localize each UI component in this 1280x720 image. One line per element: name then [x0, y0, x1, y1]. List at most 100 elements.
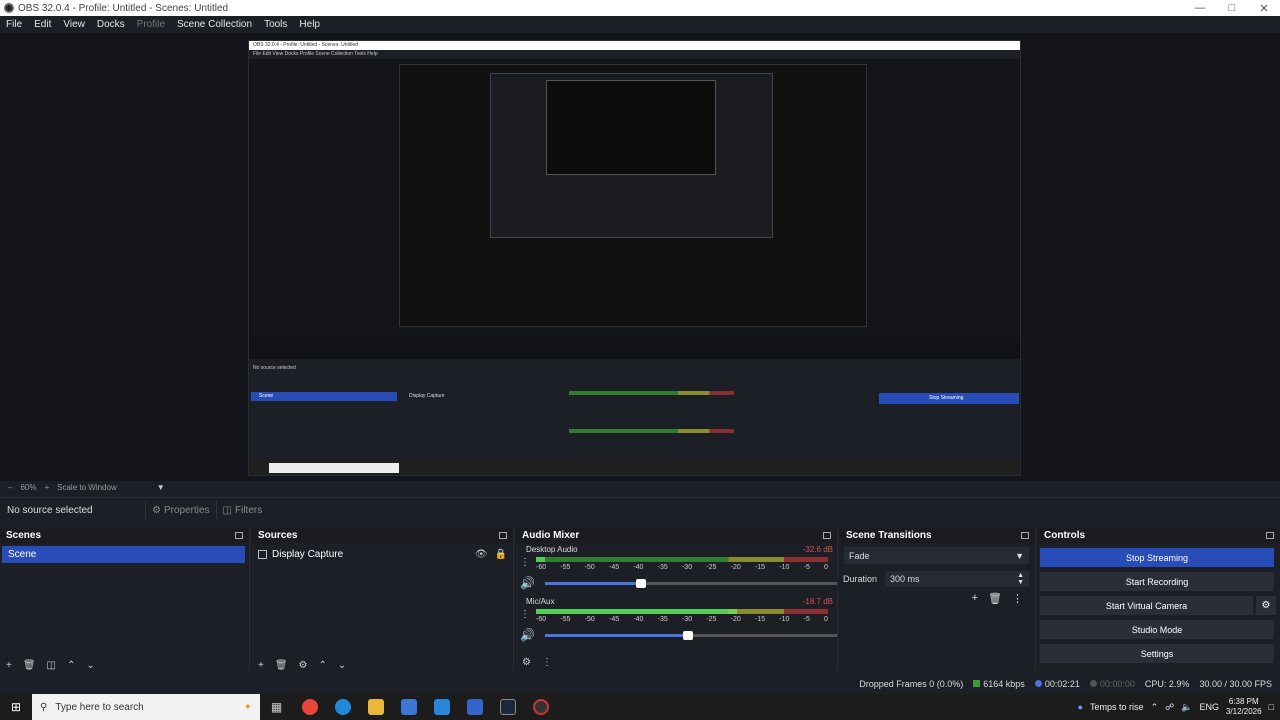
- studio-mode-button[interactable]: Studio Mode: [1040, 620, 1274, 639]
- volume-icon[interactable]: 🔈: [1181, 702, 1192, 713]
- kebab-menu-icon[interactable]: ⋮: [542, 657, 552, 668]
- volume-slider[interactable]: [544, 630, 837, 640]
- nested-stop-streaming-label: Stop Streaming: [929, 395, 964, 401]
- steam-icon[interactable]: [491, 694, 524, 720]
- trash-icon[interactable]: 🗑: [275, 660, 288, 671]
- undock-icon[interactable]: [1021, 532, 1029, 539]
- add-icon[interactable]: +: [258, 660, 264, 671]
- meter-tick: -55: [560, 616, 571, 623]
- weather-icon: ●: [1077, 702, 1084, 712]
- kebab-menu-icon[interactable]: ⋮: [1012, 592, 1023, 605]
- zoom-in-icon[interactable]: +: [44, 483, 49, 492]
- undock-icon[interactable]: [235, 532, 243, 539]
- add-icon[interactable]: +: [972, 592, 978, 605]
- duration-spinbox[interactable]: 300 ms ▲ ▼: [885, 571, 1029, 587]
- obs-icon[interactable]: [524, 694, 557, 720]
- gear-icon[interactable]: ⚙: [299, 660, 308, 671]
- sources-footer: + 🗑 ⚙ ⌃ ⌄: [252, 658, 513, 673]
- lock-icon[interactable]: 🔒: [495, 549, 507, 560]
- weather-text[interactable]: Temps to rise: [1090, 702, 1144, 712]
- scale-mode[interactable]: Scale to Window: [57, 483, 117, 492]
- duration-value: 300 ms: [890, 574, 920, 584]
- scale-dropdown-icon[interactable]: ▼: [157, 483, 165, 492]
- channel-db: -18.7 dB: [802, 597, 833, 606]
- kebab-menu-icon[interactable]: ⋮: [520, 557, 530, 568]
- notification-icon[interactable]: □: [1269, 702, 1274, 712]
- arrow-down-icon[interactable]: ⌄: [338, 660, 346, 671]
- bitrate: 6164 kbps: [983, 678, 1025, 689]
- task-view-icon[interactable]: ▦: [260, 694, 293, 720]
- arrow-up-icon[interactable]: ⌃: [319, 660, 327, 671]
- meter-tick: -30: [681, 616, 693, 623]
- undock-icon[interactable]: [1266, 532, 1274, 539]
- kebab-menu-icon[interactable]: ⋮: [520, 609, 530, 620]
- gear-icon[interactable]: ⚙: [1256, 596, 1276, 615]
- scene-item[interactable]: Scene: [2, 546, 245, 563]
- transitions-title: Scene Transitions: [846, 530, 932, 541]
- undock-icon[interactable]: [499, 532, 507, 539]
- stream-icon: [1034, 679, 1042, 687]
- windows-start-icon[interactable]: ⊞: [0, 694, 32, 720]
- source-item[interactable]: Display Capture 👁 🔒: [252, 546, 513, 563]
- preview-canvas[interactable]: OBS 32.0.4 - Profile: Untitled - Scenes:…: [0, 33, 1280, 481]
- menu-bar: File Edit View Docks Profile Scene Colle…: [0, 16, 1280, 33]
- minimize-button[interactable]: —: [1184, 0, 1216, 16]
- add-icon[interactable]: +: [6, 660, 12, 671]
- menu-edit[interactable]: Edit: [28, 19, 57, 30]
- advanced-audio-icon[interactable]: ⚙: [522, 657, 531, 668]
- scenes-header: Scenes: [0, 528, 249, 543]
- close-button[interactable]: ✕: [1248, 0, 1280, 16]
- nested-capture: OBS 32.0.4 - Profile: Untitled - Scenes:…: [248, 40, 1021, 476]
- meter-tick: -20: [730, 564, 741, 571]
- arrow-up-icon[interactable]: ⌃: [67, 660, 75, 671]
- nested-meter-1: [569, 391, 734, 395]
- clock[interactable]: 6:38 PM 3/12/2026: [1226, 697, 1262, 717]
- start-virtual-camera-button[interactable]: Start Virtual Camera: [1040, 596, 1253, 615]
- file-explorer-icon[interactable]: [359, 694, 392, 720]
- language[interactable]: ENG: [1199, 702, 1219, 712]
- undock-icon[interactable]: [823, 532, 831, 539]
- bitrate-group: 6164 kbps: [973, 679, 1025, 689]
- menu-docks[interactable]: Docks: [91, 19, 131, 30]
- zoom-out-icon[interactable]: –: [8, 483, 12, 492]
- maximize-button[interactable]: □: [1216, 0, 1248, 16]
- filters-button[interactable]: ◫ Filters: [215, 501, 269, 519]
- properties-button[interactable]: ⚙ Properties: [145, 501, 216, 519]
- speaker-icon[interactable]: 🔊: [520, 576, 535, 590]
- volume-meter: [536, 557, 828, 562]
- menu-profile[interactable]: Profile: [131, 19, 171, 30]
- trash-icon[interactable]: 🗑: [988, 592, 1002, 605]
- record-time: 00:00:00: [1099, 678, 1135, 689]
- meter-tick: 0: [824, 616, 828, 623]
- menu-view[interactable]: View: [57, 19, 91, 30]
- speaker-icon[interactable]: 🔊: [520, 628, 535, 642]
- slider-knob[interactable]: [683, 630, 694, 640]
- mixer-footer: ⚙ ⋮: [516, 655, 837, 670]
- eye-icon[interactable]: 👁: [475, 549, 488, 560]
- arrow-down-icon[interactable]: ⌄: [86, 660, 94, 671]
- volume-slider[interactable]: [544, 578, 837, 588]
- spin-arrows-icon[interactable]: ▲ ▼: [1017, 572, 1024, 586]
- menu-tools[interactable]: Tools: [258, 19, 293, 30]
- slider-knob[interactable]: [636, 578, 647, 588]
- app-icon[interactable]: [458, 694, 491, 720]
- nested-preview-level3: [490, 73, 773, 238]
- settings-button[interactable]: Settings: [1040, 644, 1274, 663]
- chevron-up-icon[interactable]: ⌃: [1151, 702, 1159, 713]
- transitions-header: Scene Transitions: [840, 528, 1035, 543]
- store-icon[interactable]: [392, 694, 425, 720]
- mail-icon[interactable]: [425, 694, 458, 720]
- chrome-icon[interactable]: [293, 694, 326, 720]
- menu-scene-collection[interactable]: Scene Collection: [171, 19, 258, 30]
- start-recording-button[interactable]: Start Recording: [1040, 572, 1274, 591]
- virtual-camera-row: Start Virtual Camera ⚙: [1040, 596, 1276, 615]
- trash-icon[interactable]: 🗑: [23, 660, 36, 671]
- menu-help[interactable]: Help: [293, 19, 326, 30]
- transition-select[interactable]: Fade ▼: [844, 547, 1029, 564]
- filter-icon[interactable]: ◫: [47, 660, 56, 671]
- stop-streaming-button[interactable]: Stop Streaming: [1040, 548, 1274, 567]
- network-icon[interactable]: ☍: [1165, 702, 1174, 713]
- edge-icon[interactable]: [326, 694, 359, 720]
- menu-file[interactable]: File: [0, 19, 28, 30]
- taskbar-search[interactable]: ⚲ Type here to search ✦: [32, 694, 260, 720]
